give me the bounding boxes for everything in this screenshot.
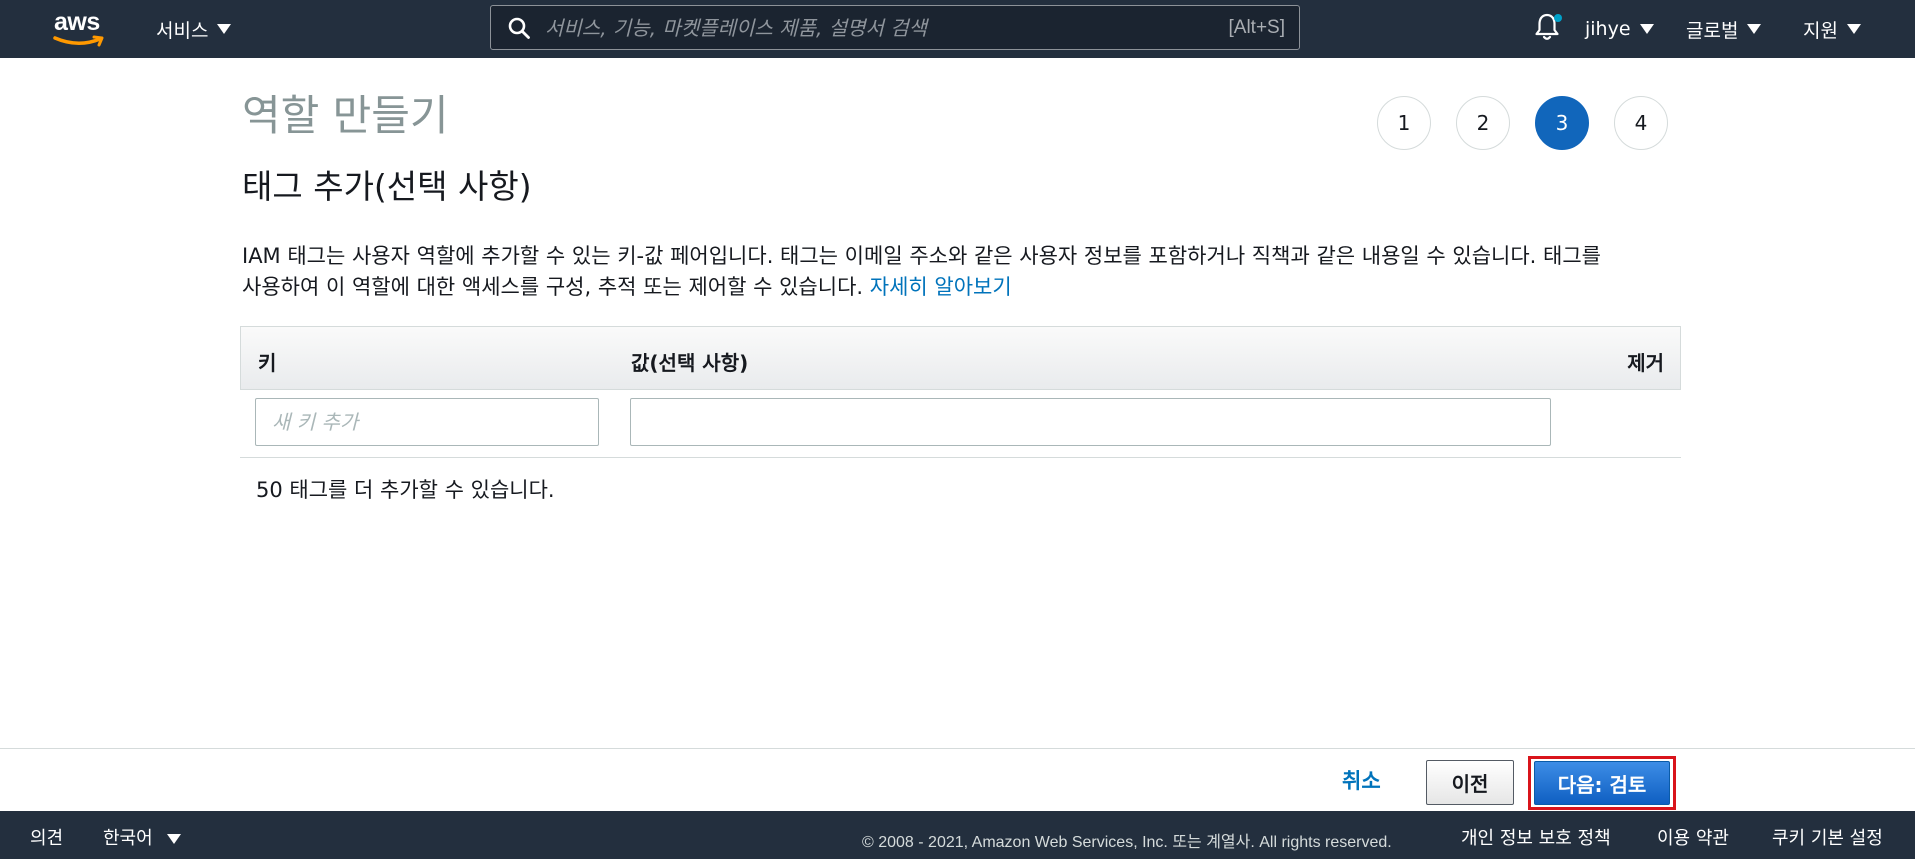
caret-down-icon xyxy=(1639,24,1654,34)
tags-table: 키 값(선택 사항) 제거 xyxy=(240,326,1681,446)
wizard-step-4: 4 xyxy=(1614,96,1668,150)
cancel-button[interactable]: 취소 xyxy=(1342,765,1381,795)
wizard-action-bar: 취소 이전 다음: 검토 xyxy=(0,748,1915,811)
page-title: 역할 만들기 xyxy=(242,91,449,140)
services-menu[interactable]: 서비스 xyxy=(156,0,232,58)
console-footer: 의견 한국어 © 2008 - 2021, Amazon Web Service… xyxy=(0,811,1915,859)
global-search-box[interactable]: [Alt+S] xyxy=(490,5,1300,50)
search-icon xyxy=(508,17,530,39)
tag-value-input[interactable] xyxy=(630,398,1551,446)
description-line-1: IAM 태그는 사용자 역할에 추가할 수 있는 키-값 페어입니다. 태그는 … xyxy=(242,244,1601,268)
next-review-button[interactable]: 다음: 검토 xyxy=(1534,761,1670,805)
support-menu-label: 지원 xyxy=(1803,19,1838,42)
terms-link[interactable]: 이용 약관 xyxy=(1657,824,1729,850)
cookie-preferences-link[interactable]: 쿠키 기본 설정 xyxy=(1772,824,1883,850)
caret-down-icon xyxy=(1747,24,1762,34)
support-menu[interactable]: 지원 xyxy=(1803,0,1861,58)
region-menu[interactable]: 글로벌 xyxy=(1686,0,1762,58)
copyright-text: © 2008 - 2021, Amazon Web Services, Inc.… xyxy=(862,834,1392,851)
wizard-step-3-current: 3 xyxy=(1535,96,1589,150)
privacy-policy-link[interactable]: 개인 정보 보호 정책 xyxy=(1461,824,1611,850)
tag-key-input[interactable] xyxy=(255,398,599,446)
services-menu-label: 서비스 xyxy=(156,19,209,42)
wizard-step-2[interactable]: 2 xyxy=(1456,96,1510,150)
notification-badge-dot xyxy=(1554,14,1562,22)
global-search-input[interactable] xyxy=(545,15,1229,40)
feedback-link[interactable]: 의견 xyxy=(30,824,63,850)
learn-more-link[interactable]: 자세히 알아보기 xyxy=(870,275,1012,299)
aws-smile-icon xyxy=(53,35,104,47)
account-menu-label: jihye xyxy=(1585,18,1631,40)
tag-input-row xyxy=(240,326,1681,458)
previous-button[interactable]: 이전 xyxy=(1426,760,1514,805)
search-shortcut-hint: [Alt+S] xyxy=(1228,16,1286,38)
language-selector[interactable]: 한국어 xyxy=(103,824,182,850)
caret-down-icon xyxy=(1846,24,1861,34)
region-menu-label: 글로벌 xyxy=(1686,19,1739,42)
wizard-step-1[interactable]: 1 xyxy=(1377,96,1431,150)
notifications-bell-icon[interactable] xyxy=(1534,12,1562,42)
aws-logo[interactable]: aws xyxy=(52,8,108,48)
top-navigation-bar: aws 서비스 [Alt+S] jihye 글로벌 지원 xyxy=(0,0,1915,58)
description-line-2: 사용하여 이 역할에 대한 액세스를 구성, 추적 또는 제어할 수 있습니다. xyxy=(242,275,870,299)
language-selector-label: 한국어 xyxy=(103,828,153,849)
next-button-highlight: 다음: 검토 xyxy=(1528,756,1676,810)
tags-description: IAM 태그는 사용자 역할에 추가할 수 있는 키-값 페어입니다. 태그는 … xyxy=(242,241,1682,303)
section-title: 태그 추가(선택 사항) xyxy=(242,167,532,206)
caret-down-icon xyxy=(167,834,182,844)
caret-down-icon xyxy=(217,24,232,34)
account-menu[interactable]: jihye xyxy=(1585,0,1654,58)
aws-logo-text: aws xyxy=(54,8,100,36)
remaining-tags-text: 50 태그를 더 추가할 수 있습니다. xyxy=(256,478,555,502)
table-divider xyxy=(240,457,1681,458)
